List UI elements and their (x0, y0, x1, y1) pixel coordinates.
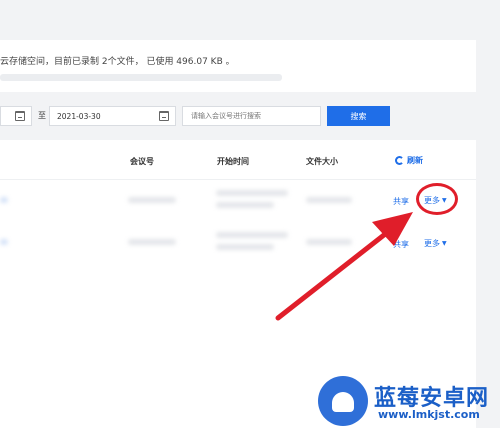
more-label: 更多 (424, 239, 440, 248)
storage-info-text: 云存储空间，目前已录制 2个文件， 已使用 496.07 KB 。 (0, 57, 235, 67)
date-range-separator: 至 (38, 111, 46, 120)
refresh-icon (395, 156, 404, 165)
start-time-blurred (216, 232, 288, 238)
column-header-meeting-id: 会议号 (130, 157, 154, 166)
site-watermark: 蓝莓安卓网 www.lmkjst.com (312, 372, 500, 428)
share-button[interactable]: 共享 (393, 239, 409, 250)
highlight-circle-annotation (416, 183, 458, 215)
caret-down-icon: ▼ (442, 240, 447, 247)
watermark-logo-icon (318, 376, 368, 426)
watermark-url: www.lmkjst.com (378, 408, 480, 421)
refresh-button[interactable]: 刷新 (395, 155, 423, 166)
share-button[interactable]: 共享 (393, 196, 409, 207)
storage-panel: 云存储空间，目前已录制 2个文件， 已使用 496.07 KB 。 (0, 40, 476, 92)
column-header-file-size: 文件大小 (306, 157, 338, 166)
meeting-search-input[interactable] (182, 106, 321, 126)
start-time-blurred (216, 190, 288, 196)
start-time-blurred (216, 244, 274, 250)
storage-usage-bar (0, 74, 282, 81)
date-from-field[interactable] (0, 106, 32, 126)
start-time-blurred (216, 202, 274, 208)
file-name-blurred (0, 197, 8, 203)
calendar-icon[interactable] (15, 111, 25, 121)
more-menu-button[interactable]: 更多 ▼ (424, 238, 447, 249)
date-to-value: 2021-03-30 (57, 111, 101, 121)
calendar-icon[interactable] (159, 111, 169, 121)
table-header: 会议号 开始时间 文件大小 刷新 (0, 140, 476, 180)
file-name-blurred (0, 239, 8, 245)
table-row: 共享 更多 ▼ (0, 182, 476, 220)
column-header-start-time: 开始时间 (217, 157, 249, 166)
refresh-label: 刷新 (407, 156, 423, 165)
file-size-blurred (306, 197, 352, 203)
date-to-field[interactable]: 2021-03-30 (49, 106, 176, 126)
meeting-id-blurred (128, 197, 176, 203)
file-size-blurred (306, 239, 352, 245)
table-row: 共享 更多 ▼ (0, 224, 476, 262)
search-button[interactable]: 搜索 (327, 106, 390, 126)
meeting-id-blurred (128, 239, 176, 245)
filter-row: 至 2021-03-30 搜索 (0, 106, 476, 128)
